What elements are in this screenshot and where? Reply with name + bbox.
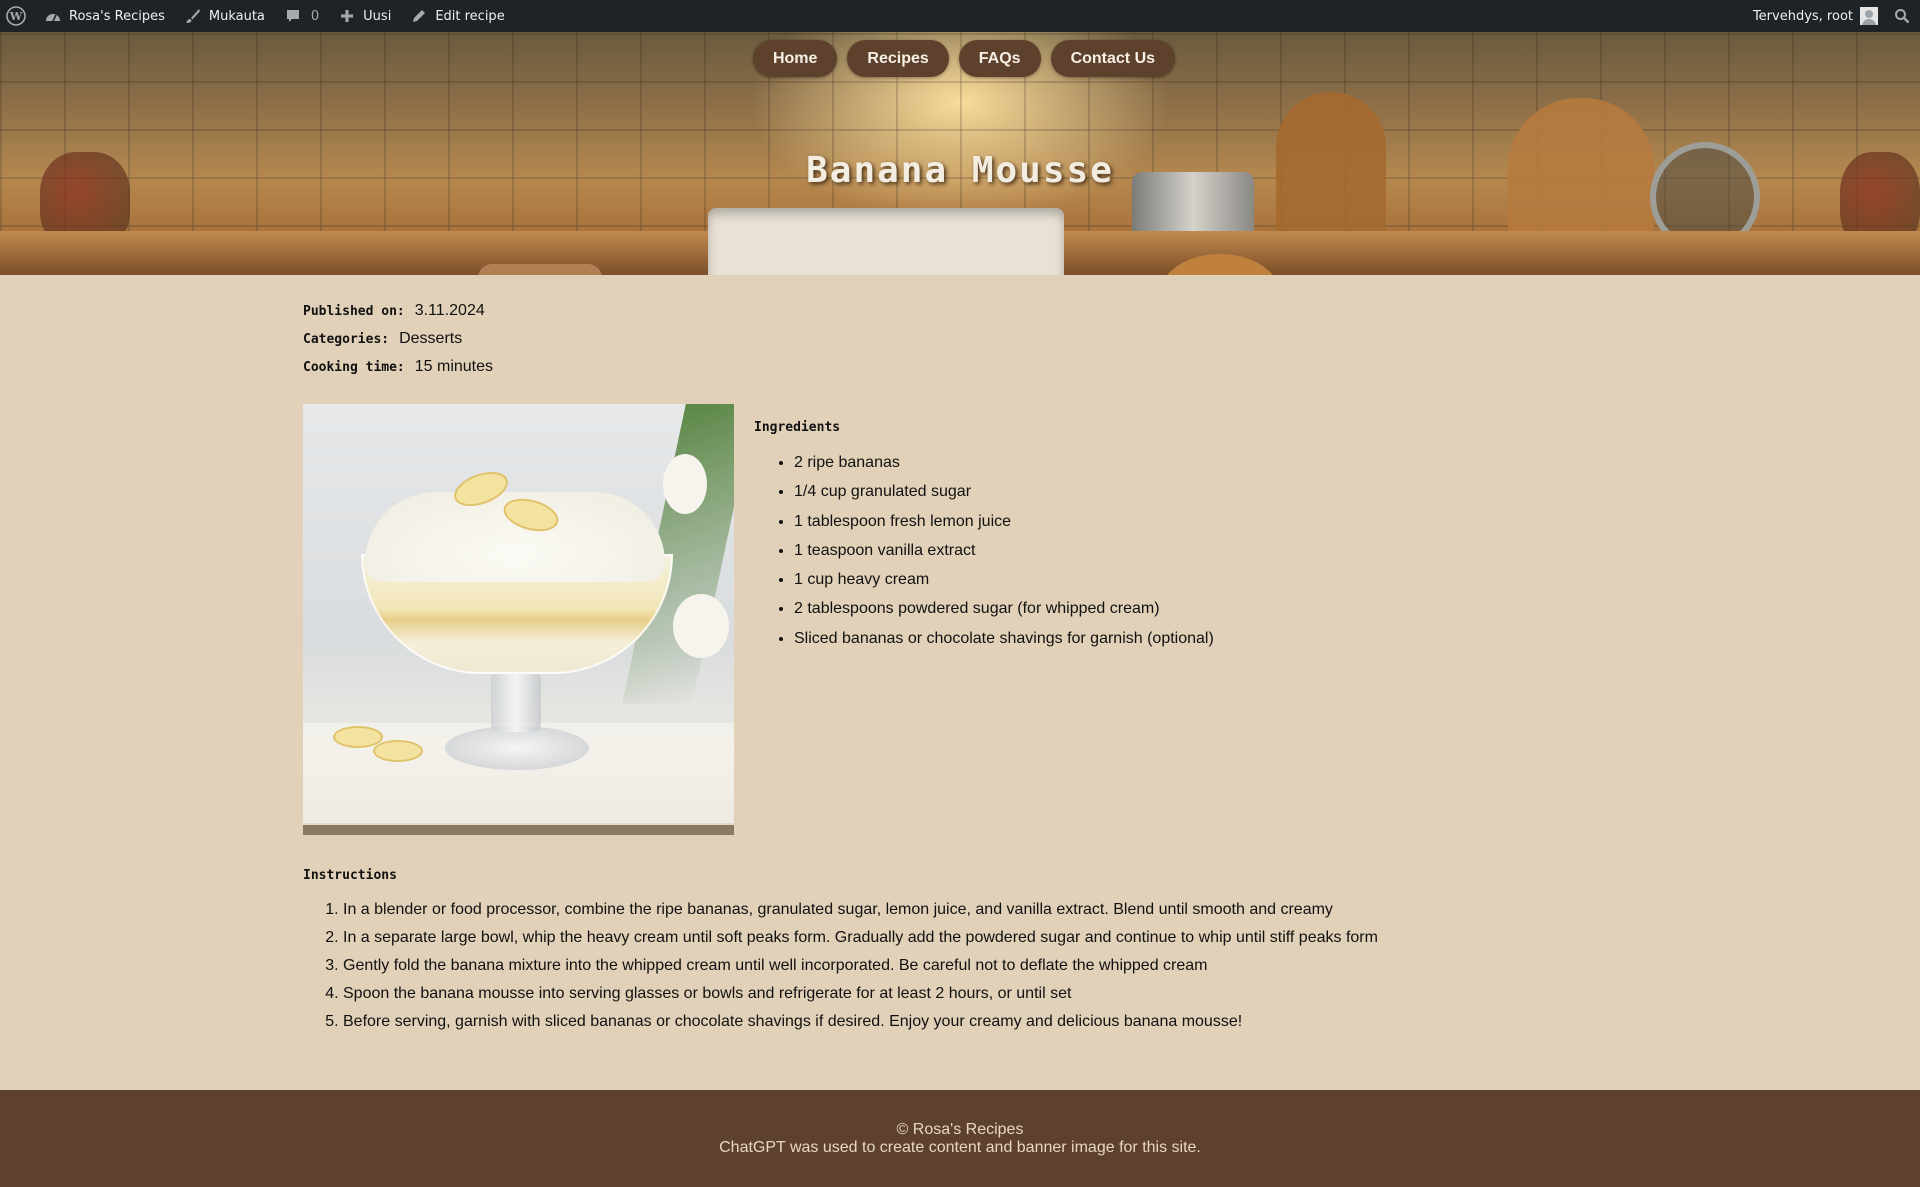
new-content-label: Uusi xyxy=(363,8,392,24)
ingredient-item: 1/4 cup granulated sugar xyxy=(794,477,1214,506)
instruction-step: Spoon the banana mousse into serving gla… xyxy=(343,980,1623,1008)
categories-row: Categories: Desserts xyxy=(303,325,1623,353)
ingredient-item: 1 tablespoon fresh lemon juice xyxy=(794,507,1214,536)
nav-contact-us[interactable]: Contact Us xyxy=(1050,40,1176,77)
instruction-step: Gently fold the banana mixture into the … xyxy=(343,952,1623,980)
customize-link[interactable]: Mukauta xyxy=(174,0,274,32)
comments-link[interactable]: 0 xyxy=(274,0,328,32)
admin-bar: W Rosa's Recipes Mukauta 0 Uusi Edit rec… xyxy=(0,0,1920,32)
photo-glass-stem xyxy=(491,672,541,732)
ingredient-item: 2 ripe bananas xyxy=(794,448,1214,477)
footer-note: ChatGPT was used to create content and b… xyxy=(719,1139,1201,1156)
ingredient-item: 1 teaspoon vanilla extract xyxy=(794,536,1214,565)
site-name-link[interactable]: Rosa's Recipes xyxy=(34,0,174,32)
ingredient-item: Sliced bananas or chocolate shavings for… xyxy=(794,624,1214,653)
dashboard-icon xyxy=(43,6,63,26)
brush-icon xyxy=(183,6,203,26)
search-icon xyxy=(1894,8,1910,24)
main-nav: Home Recipes FAQs Contact Us xyxy=(0,40,1920,77)
cooking-time-label: Cooking time: xyxy=(303,359,405,375)
published-row: Published on: 3.11.2024 xyxy=(303,297,1623,325)
photo-flower xyxy=(673,594,729,658)
nav-home[interactable]: Home xyxy=(752,40,838,77)
photo-banana-slice xyxy=(373,740,423,762)
photo-ground xyxy=(303,825,734,835)
recipe-content: Published on: 3.11.2024 Categories: Dess… xyxy=(303,297,1623,1030)
admin-search-button[interactable] xyxy=(1886,0,1920,32)
comments-count: 0 xyxy=(310,8,320,24)
recipe-row: Ingredients 2 ripe bananas 1/4 cup granu… xyxy=(303,404,1214,835)
ingredient-item: 1 cup heavy cream xyxy=(794,565,1214,594)
cooking-time-row: Cooking time: 15 minutes xyxy=(303,353,1623,381)
edit-recipe-link[interactable]: Edit recipe xyxy=(400,0,513,32)
edit-recipe-label: Edit recipe xyxy=(435,8,505,24)
site-name-label: Rosa's Recipes xyxy=(69,8,165,24)
instructions-list: In a blender or food processor, combine … xyxy=(303,896,1623,1036)
published-value: 3.11.2024 xyxy=(414,302,485,319)
photo-glass-base xyxy=(445,726,589,770)
pencil-icon xyxy=(409,6,429,26)
avatar-icon xyxy=(1860,7,1878,25)
ingredients-title: Ingredients xyxy=(754,420,841,435)
greeting-label: Tervehdys, root xyxy=(1752,8,1853,24)
banner-jar xyxy=(478,264,602,275)
page-title: Banana Mousse xyxy=(806,150,1114,191)
instructions-title: Instructions xyxy=(303,868,397,883)
instructions-section: Instructions In a blender or food proces… xyxy=(303,868,1623,1036)
comment-icon xyxy=(283,6,303,26)
footer-copyright: © Rosa's Recipes xyxy=(896,1121,1024,1138)
my-account-link[interactable]: Tervehdys, root xyxy=(1744,0,1886,32)
categories-label: Categories: xyxy=(303,331,390,347)
wordpress-icon: W xyxy=(6,6,26,26)
instruction-step: In a separate large bowl, whip the heavy… xyxy=(343,924,1623,952)
site-footer: © Rosa's Recipes ChatGPT was used to cre… xyxy=(0,1090,1920,1187)
header-banner: Home Recipes FAQs Contact Us Banana Mous… xyxy=(0,32,1920,275)
photo-flower xyxy=(663,454,707,514)
nav-faqs[interactable]: FAQs xyxy=(958,40,1041,77)
customize-label: Mukauta xyxy=(208,8,265,24)
wordpress-menu[interactable]: W xyxy=(0,0,34,32)
instruction-step: In a blender or food processor, combine … xyxy=(343,896,1623,924)
ingredient-item: 2 tablespoons powdered sugar (for whippe… xyxy=(794,594,1214,623)
plus-icon xyxy=(337,6,357,26)
nav-recipes[interactable]: Recipes xyxy=(847,40,949,77)
ingredients-list: 2 ripe bananas 1/4 cup granulated sugar … xyxy=(754,448,1214,653)
svg-text:W: W xyxy=(9,10,23,23)
cooking-time-value: 15 minutes xyxy=(414,358,494,375)
instruction-step: Before serving, garnish with sliced bana… xyxy=(343,1008,1623,1036)
new-content-link[interactable]: Uusi xyxy=(328,0,400,32)
recipe-photo xyxy=(303,404,734,835)
ingredients-section: Ingredients 2 ripe bananas 1/4 cup granu… xyxy=(754,404,1214,835)
published-label: Published on: xyxy=(303,303,405,319)
categories-value: Desserts xyxy=(399,330,463,347)
banner-sink xyxy=(708,208,1064,275)
